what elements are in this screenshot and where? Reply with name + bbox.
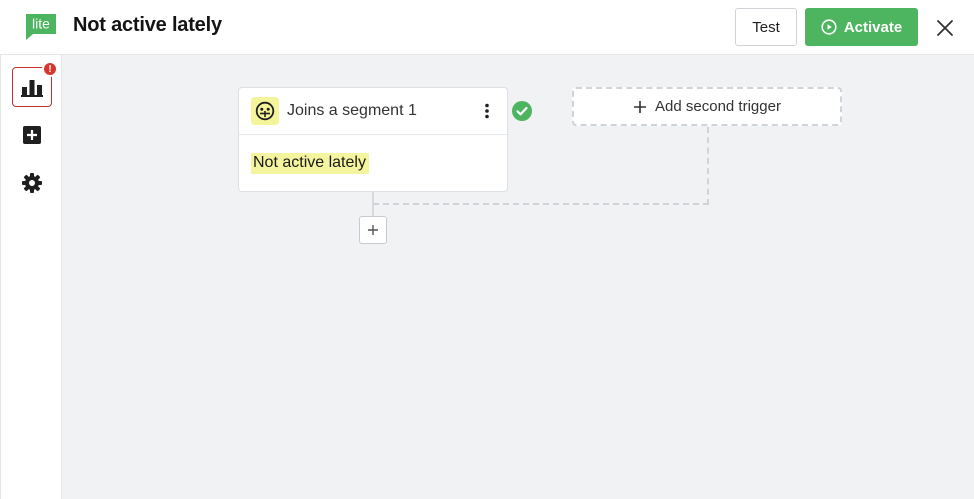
plus-icon (368, 225, 378, 235)
sidebar-item-settings[interactable] (12, 163, 52, 203)
trigger-card-header: Joins a segment 1 (239, 88, 507, 135)
add-step-button[interactable] (359, 216, 387, 244)
trigger-card[interactable]: Joins a segment 1 Not active lately (238, 87, 508, 192)
left-sidebar (0, 55, 62, 499)
add-second-trigger-label: Add second trigger (655, 98, 781, 115)
kebab-menu-icon (485, 103, 489, 119)
connector-dashed-horizontal (373, 203, 709, 205)
plus-icon (634, 100, 647, 113)
connector-dashed-vertical (707, 127, 709, 205)
close-icon (937, 20, 953, 36)
gear-icon (22, 173, 42, 193)
alert-badge: ! (42, 61, 58, 77)
logo-text: lite (32, 16, 50, 32)
logo: lite (25, 13, 57, 41)
more-options-button[interactable] (479, 101, 495, 121)
page-title: Not active lately (73, 14, 222, 36)
trigger-title: Joins a segment 1 (287, 102, 417, 119)
activate-label: Activate (843, 18, 903, 36)
bar-chart-icon (21, 80, 43, 97)
test-button[interactable]: Test (735, 8, 797, 46)
add-second-trigger-button[interactable]: Add second trigger (572, 87, 842, 126)
activate-button[interactable]: Activate (805, 8, 918, 46)
close-button[interactable] (932, 15, 958, 41)
check-circle-icon (512, 101, 532, 121)
segment-icon (251, 97, 279, 125)
play-circle-icon (821, 19, 837, 35)
sidebar-item-add[interactable] (12, 115, 52, 155)
segment-name: Not active lately (251, 153, 369, 174)
plus-square-icon (23, 126, 41, 144)
top-header: lite Not active lately Test Activate (0, 0, 974, 55)
